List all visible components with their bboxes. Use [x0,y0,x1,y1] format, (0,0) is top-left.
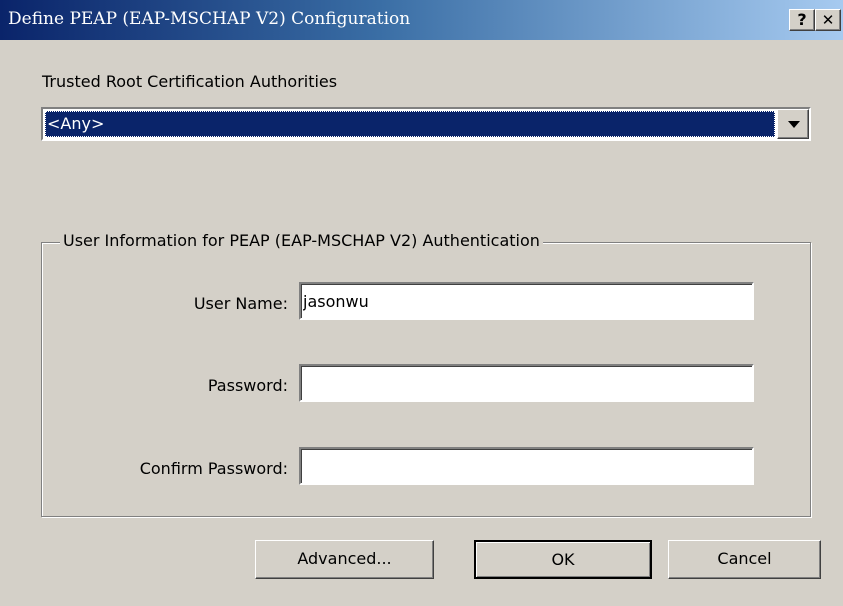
password-label: Password: [207,376,288,395]
help-icon: ? [797,10,807,29]
window-title: Define PEAP (EAP-MSCHAP V2) Configuratio… [8,9,411,29]
help-button[interactable]: ? [789,9,815,31]
peap-config-dialog: Define PEAP (EAP-MSCHAP V2) Configuratio… [0,0,843,606]
confirm-password-input[interactable] [299,447,754,485]
trusted-root-dropdown-button[interactable] [777,109,809,139]
close-icon: ✕ [821,11,835,29]
close-button[interactable]: ✕ [815,9,841,31]
username-input[interactable] [299,282,754,320]
confirm-password-label: Confirm Password: [139,459,288,478]
trusted-root-select[interactable]: <Any> [41,107,811,141]
username-label: User Name: [193,294,288,313]
chevron-down-icon [788,121,800,128]
trusted-root-selected-value: <Any> [45,111,775,137]
title-bar[interactable]: Define PEAP (EAP-MSCHAP V2) Configuratio… [0,0,843,40]
advanced-button[interactable]: Advanced... [255,540,434,579]
cancel-button[interactable]: Cancel [668,540,821,579]
ok-button[interactable]: OK [474,540,652,579]
trusted-root-label: Trusted Root Certification Authorities [42,72,338,91]
user-info-group-title: User Information for PEAP (EAP-MSCHAP V2… [60,231,543,250]
password-input[interactable] [299,364,754,402]
